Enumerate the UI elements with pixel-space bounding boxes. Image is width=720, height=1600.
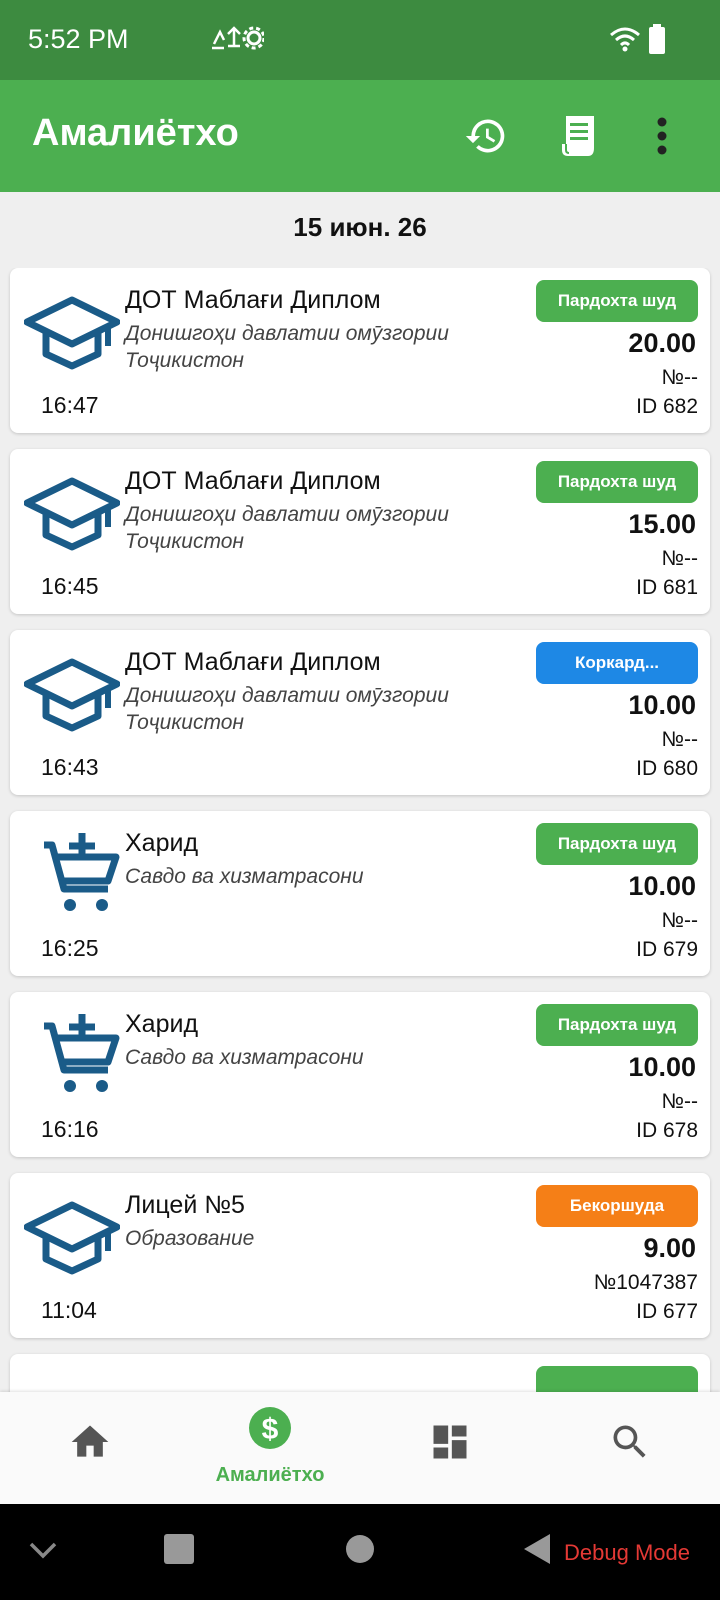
transaction-subtitle: Савдо ва хизматрасони [125,865,364,888]
recents-button[interactable] [164,1534,194,1564]
transaction-card[interactable]: Лицей №5 Образование 11:04 Бекоршуда 9.0… [10,1173,710,1338]
cart-plus-icon [44,833,120,911]
status-badge: Пардохта шуд [536,280,698,322]
status-badge [536,1366,698,1392]
transaction-subtitle: Донишгоҳи давлатии омӯзгории Тоҷикистон [125,322,449,372]
transaction-time: 16:16 [41,1116,99,1142]
transaction-card[interactable]: Харид Савдо ва хизматрасони 16:16 Пардох… [10,992,710,1157]
history-button[interactable] [458,108,514,164]
status-badge: Коркард... [536,642,698,684]
app-bar: Амалиётхо [0,80,720,192]
notification-icons [212,26,264,50]
transaction-amount: 10.00 [628,1052,696,1082]
transaction-number: №-- [661,1090,698,1113]
transaction-subtitle: Образование [125,1227,255,1250]
transaction-card[interactable]: ДОТ Маблағи Диплом Донишгоҳи давлатии ом… [10,268,710,433]
receipt-icon [562,116,594,156]
battery-icon [649,24,665,54]
chevron-down-icon[interactable] [28,1540,58,1560]
debug-mode-label: Debug Mode [564,1540,690,1565]
transaction-number: №1047387 [593,1271,698,1294]
status-badge: Пардохта шуд [536,1004,698,1046]
nav-transactions[interactable]: $ Амалиётхо [180,1392,360,1504]
svg-text:$: $ [262,1413,279,1446]
transaction-id: ID 682 [636,395,698,418]
status-time: 5:52 PM [28,24,129,54]
transaction-time: 16:47 [41,392,99,418]
status-bar: 5:52 PM [0,0,720,80]
dollar-circle-icon: $ [249,1407,291,1449]
transaction-amount: 20.00 [628,328,696,358]
graduation-cap-icon [24,296,120,370]
transaction-amount: 10.00 [628,690,696,720]
nav-home[interactable] [0,1392,180,1504]
transaction-time: 11:04 [41,1297,97,1323]
transaction-card[interactable]: Харид Савдо ва хизматрасони 16:25 Пардох… [10,811,710,976]
graduation-cap-icon [24,477,120,551]
transaction-title: ДОТ Маблағи Диплом [125,467,381,495]
transaction-card[interactable]: ДОТ Маблағи Диплом Донишгоҳи давлатии ом… [10,630,710,795]
page-title: Амалиётхо [32,112,239,154]
search-icon [613,1425,646,1458]
graduation-cap-icon [24,1201,120,1275]
transaction-number: №-- [661,909,698,932]
transaction-title: ДОТ Маблағи Диплом [125,648,381,676]
home-button[interactable] [345,1534,375,1564]
transaction-number: №-- [661,547,698,570]
transaction-title: Харид [125,829,199,857]
transaction-id: ID 678 [636,1119,698,1142]
transaction-title: Лицей №5 [125,1191,245,1219]
transaction-title: ДОТ Маблағи Диплом [125,286,381,314]
nav-dashboard[interactable] [360,1392,540,1504]
more-options-button[interactable] [634,108,690,164]
history-icon [465,119,505,153]
transaction-subtitle: Савдо ва хизматрасони [125,1046,364,1069]
transaction-time: 16:45 [41,573,99,599]
nav-search[interactable] [540,1392,720,1504]
graduation-cap-icon [24,658,120,732]
transaction-title: Харид [125,1010,199,1038]
receipts-button[interactable] [552,108,608,164]
transaction-number: №-- [661,366,698,389]
status-badge: Пардохта шуд [536,823,698,865]
transaction-amount: 15.00 [628,509,696,539]
transaction-card[interactable] [10,1354,710,1392]
transaction-amount: 10.00 [628,871,696,901]
nav-transactions-label: Амалиётхо [215,1464,325,1486]
transaction-list[interactable]: ДОТ Маблағи Диплом Донишгоҳи давлатии ом… [0,268,720,1392]
transaction-id: ID 680 [636,757,698,780]
transaction-subtitle: Донишгоҳи давлатии омӯзгории Тоҷикистон [125,684,449,734]
transaction-card[interactable]: ДОТ Маблағи Диплом Донишгоҳи давлатии ом… [10,449,710,614]
back-button[interactable] [522,1532,552,1566]
transaction-time: 16:43 [41,754,99,780]
transaction-amount: 9.00 [643,1233,696,1263]
transaction-id: ID 681 [636,576,698,599]
more-vert-icon [657,117,667,155]
wifi-icon [610,27,640,52]
transaction-id: ID 679 [636,938,698,961]
home-icon [71,1425,109,1457]
transaction-number: №-- [661,728,698,751]
transaction-id: ID 677 [636,1300,698,1323]
transaction-subtitle: Донишгоҳи давлатии омӯзгории Тоҷикистон [125,503,449,553]
bottom-navigation: $ Амалиётхо [0,1392,720,1504]
dashboard-icon [433,1425,467,1459]
status-badge: Бекоршуда [536,1185,698,1227]
transaction-time: 16:25 [41,935,99,961]
cart-plus-icon [44,1014,120,1092]
status-badge: Пардохта шуд [536,461,698,503]
system-navigation-bar: Debug Mode [0,1504,720,1600]
date-header: 15 июн. 26 [293,212,427,242]
